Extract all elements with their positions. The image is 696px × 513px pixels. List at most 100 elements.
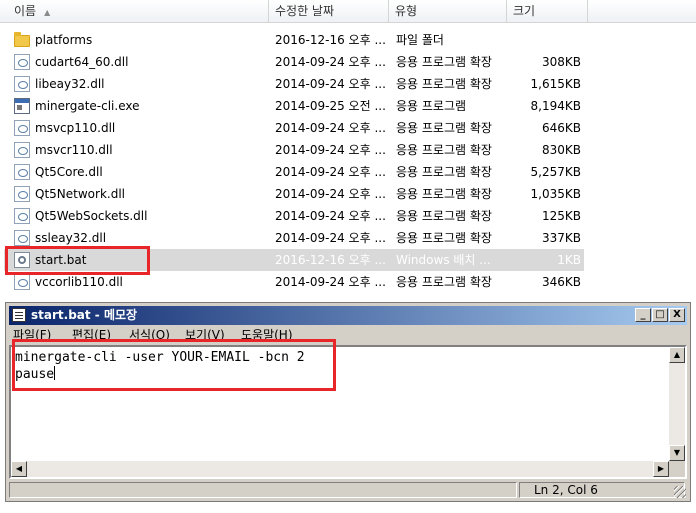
dll-file-icon [14, 120, 30, 136]
file-size: 1KB [557, 253, 581, 267]
file-date: 2014-09-24 오후 ... [275, 231, 386, 245]
column-header-date[interactable]: 수정한 날짜 [269, 0, 389, 22]
file-size: 1,035KB [530, 187, 581, 201]
text-editor-area[interactable]: minergate-cli -user YOUR-EMAIL -bcn 2 pa… [9, 345, 687, 479]
file-name: start.bat [35, 253, 87, 267]
file-type: 응용 프로그램 확장 [396, 55, 492, 69]
dll-file-icon [14, 230, 30, 246]
file-type: 응용 프로그램 확장 [396, 231, 492, 245]
status-line-column-text: Ln 2, Col 6 [534, 483, 598, 497]
file-date: 2014-09-24 오후 ... [275, 55, 386, 69]
file-date: 2014-09-25 오전 ... [275, 99, 386, 113]
dll-file-icon [14, 76, 30, 92]
sort-ascending-icon: ▲ [44, 8, 51, 17]
file-row[interactable]: cudart64_60.dll 2014-09-24 오후 ... 응용 프로그램 … [0, 51, 696, 73]
file-name: msvcr110.dll [35, 143, 113, 157]
file-size: 646KB [541, 121, 581, 135]
file-date: 2016-12-16 오후 ... [275, 33, 386, 47]
file-type: 파일 폴더 [396, 33, 444, 47]
status-line-column: Ln 2, Col 6 [519, 482, 685, 498]
file-explorer: 이름 ▲ 수정한 날짜 유형 크기 platforms 2016-12-16 오후 … [0, 0, 696, 300]
notepad-icon [12, 308, 26, 322]
file-type: Windows 배치 ... [396, 253, 491, 267]
file-name: platforms [35, 33, 93, 47]
dll-file-icon [14, 142, 30, 158]
file-size: 346KB [541, 275, 581, 289]
dll-file-icon [14, 208, 30, 224]
file-row[interactable]: start.bat 2016-12-16 오후 ... Windows 배치 ...… [0, 249, 696, 271]
horizontal-scrollbar[interactable]: ◀ ▶ [11, 461, 669, 477]
file-row[interactable]: msvcp110.dll 2014-09-24 오후 ... 응용 프로그램 확장 6… [0, 117, 696, 139]
file-name: cudart64_60.dll [35, 55, 129, 69]
file-type: 응용 프로그램 확장 [396, 209, 492, 223]
resize-grip-icon[interactable] [674, 486, 686, 498]
file-type: 응용 프로그램 확장 [396, 165, 492, 179]
dll-file-icon [14, 186, 30, 202]
file-size: 8,194KB [530, 99, 581, 113]
column-header-type[interactable]: 유형 [389, 0, 507, 22]
file-name: minergate-cli.exe [35, 99, 140, 113]
maximize-button[interactable]: □ [652, 308, 668, 322]
menu-file[interactable]: 파일(F) [13, 326, 51, 344]
folder-icon [14, 32, 30, 47]
file-size [505, 29, 581, 51]
file-type: 응용 프로그램 확장 [396, 275, 492, 289]
file-row[interactable]: vccorlib110.dll 2014-09-24 오후 ... 응용 프로그램 … [0, 271, 696, 293]
file-row[interactable]: Qt5WebSockets.dll 2014-09-24 오후 ... 응용 프로그… [0, 205, 696, 227]
file-row[interactable]: Qt5Network.dll 2014-09-24 오후 ... 응용 프로그램 확… [0, 183, 696, 205]
file-date: 2016-12-16 오후 ... [275, 253, 386, 267]
file-type: 응용 프로그램 확장 [396, 143, 492, 157]
column-header-size-label: 크기 [513, 4, 536, 18]
scroll-left-arrow-icon[interactable]: ◀ [11, 461, 27, 477]
file-date: 2014-09-24 오후 ... [275, 143, 386, 157]
file-row[interactable]: minergate-cli.exe 2014-09-25 오전 ... 응용 프로그… [0, 95, 696, 117]
notepad-window: start.bat - 메모장 _ □ X 파일(F) 편집(E) 서식(O) … [5, 302, 691, 502]
file-row[interactable]: ssleay32.dll 2014-09-24 오후 ... 응용 프로그램 확장 3… [0, 227, 696, 249]
file-name: ssleay32.dll [35, 231, 107, 245]
column-header-name-label: 이름 [14, 4, 37, 18]
file-date: 2014-09-24 오후 ... [275, 187, 386, 201]
close-button[interactable]: X [669, 308, 685, 322]
column-header-name[interactable]: 이름 ▲ [0, 0, 269, 22]
file-name: libeay32.dll [35, 77, 105, 91]
menu-format[interactable]: 서식(O) [129, 326, 170, 344]
file-row[interactable]: platforms 2016-12-16 오후 ... 파일 폴더 [0, 29, 696, 51]
editor-line-2: pause [15, 367, 55, 382]
menu-help[interactable]: 도움말(H) [241, 326, 293, 344]
minimize-button[interactable]: _ [635, 308, 651, 322]
file-type: 응용 프로그램 확장 [396, 187, 492, 201]
file-name: Qt5Core.dll [35, 165, 103, 179]
menu-edit[interactable]: 편집(E) [72, 326, 111, 344]
scroll-right-arrow-icon[interactable]: ▶ [653, 461, 669, 477]
file-size: 337KB [541, 231, 581, 245]
file-date: 2014-09-24 오후 ... [275, 121, 386, 135]
scroll-up-arrow-icon[interactable]: ▲ [669, 347, 685, 363]
editor-line-1: minergate-cli -user YOUR-EMAIL -bcn 2 [15, 350, 305, 365]
text-caret [54, 366, 56, 380]
notepad-titlebar[interactable]: start.bat - 메모장 _ □ X [9, 306, 687, 325]
vertical-scrollbar[interactable]: ▲ ▼ [669, 347, 685, 461]
file-type: 응용 프로그램 확장 [396, 77, 492, 91]
menu-view[interactable]: 보기(V) [185, 326, 225, 344]
scroll-down-arrow-icon[interactable]: ▼ [669, 445, 685, 461]
menu-bar: 파일(F) 편집(E) 서식(O) 보기(V) 도움말(H) [9, 326, 687, 344]
status-bar: Ln 2, Col 6 [9, 481, 687, 499]
file-size: 308KB [541, 55, 581, 69]
dll-file-icon [14, 54, 30, 70]
file-type: 응용 프로그램 확장 [396, 121, 492, 135]
editor-content[interactable]: minergate-cli -user YOUR-EMAIL -bcn 2 pa… [15, 350, 305, 383]
exe-file-icon [14, 98, 30, 114]
file-size: 5,257KB [530, 165, 581, 179]
file-row[interactable]: libeay32.dll 2014-09-24 오후 ... 응용 프로그램 확장 1… [0, 73, 696, 95]
dll-file-icon [14, 164, 30, 180]
file-date: 2014-09-24 오후 ... [275, 77, 386, 91]
file-row[interactable]: Qt5Core.dll 2014-09-24 오후 ... 응용 프로그램 확장 5,… [0, 161, 696, 183]
scrollbar-corner [669, 461, 685, 477]
file-name: msvcp110.dll [35, 121, 116, 135]
column-header-bar: 이름 ▲ 수정한 날짜 유형 크기 [0, 0, 696, 23]
file-row[interactable]: msvcr110.dll 2014-09-24 오후 ... 응용 프로그램 확장 8… [0, 139, 696, 161]
file-size: 125KB [541, 209, 581, 223]
dll-file-icon [14, 274, 30, 290]
column-header-size[interactable]: 크기 [507, 0, 588, 22]
file-name: Qt5Network.dll [35, 187, 125, 201]
